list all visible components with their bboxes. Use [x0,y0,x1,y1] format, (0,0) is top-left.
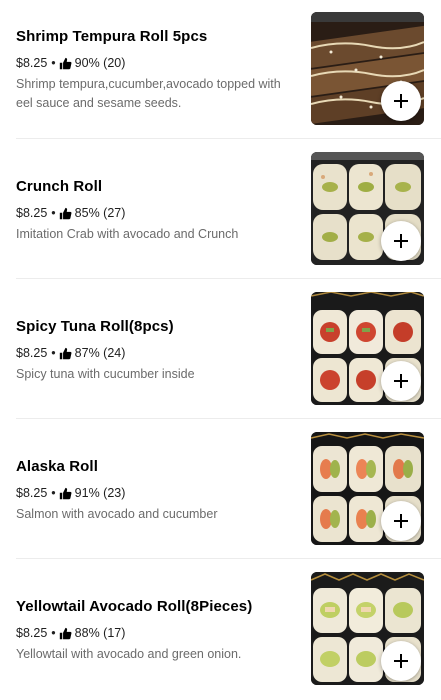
item-price: $8.25 [16,626,48,640]
item-meta: $8.25 • 90% (20) [16,55,286,71]
thumbs-up-icon [59,57,72,70]
item-description: Imitation Crab with avocado and Crunch [16,227,239,241]
item-title: Crunch Roll [16,178,103,195]
add-to-cart-button[interactable] [381,641,421,681]
item-price: $8.25 [16,56,48,70]
plus-icon [394,94,408,108]
thumbs-up-icon [59,487,72,500]
item-rating: 90% (20) [74,56,126,70]
item-divider [16,418,441,419]
menu-item-shrimp-tempura-roll[interactable]: Shrimp Tempura Roll 5pcs $8.25 • 90% (20… [0,0,441,140]
menu-item-yellowtail-avocado-roll[interactable]: Yellowtail Avocado Roll(8Pieces) $8.25 •… [0,560,441,700]
item-price: $8.25 [16,206,48,220]
item-description: Yellowtail with avocado and green onion. [16,647,242,661]
item-meta: $8.25 • 88% (17) [16,625,286,641]
item-info: Alaska Roll $8.25 • 91% (23) Salmon with… [16,457,286,524]
item-description: Salmon with avocado and cucumber [16,507,218,521]
item-title: Spicy Tuna Roll(8pcs) [16,318,174,335]
menu-item-alaska-roll[interactable]: Alaska Roll $8.25 • 91% (23) Salmon with… [0,420,441,560]
item-rating: 87% (24) [74,346,126,360]
item-info: Yellowtail Avocado Roll(8Pieces) $8.25 •… [16,597,286,664]
meta-separator: • [51,486,56,500]
plus-icon [394,374,408,388]
item-rating: 91% (23) [74,486,126,500]
item-divider [16,558,441,559]
meta-separator: • [51,626,56,640]
item-info: Spicy Tuna Roll(8pcs) $8.25 • 87% (24) S… [16,317,286,384]
item-description: Shrimp tempura,cucumber,avocado topped w… [16,77,281,110]
item-meta: $8.25 • 87% (24) [16,345,286,361]
plus-icon [394,654,408,668]
meta-separator: • [51,346,56,360]
plus-icon [394,234,408,248]
item-price: $8.25 [16,346,48,360]
add-to-cart-button[interactable] [381,501,421,541]
thumbs-up-icon [59,207,72,220]
item-divider [16,138,441,139]
menu-item-crunch-roll[interactable]: Crunch Roll $8.25 • 85% (27) Imitation C… [0,140,441,280]
item-meta: $8.25 • 91% (23) [16,485,286,501]
plus-icon [394,514,408,528]
item-info: Shrimp Tempura Roll 5pcs $8.25 • 90% (20… [16,27,286,113]
item-title: Yellowtail Avocado Roll(8Pieces) [16,598,253,615]
add-to-cart-button[interactable] [381,361,421,401]
item-meta: $8.25 • 85% (27) [16,205,286,221]
add-to-cart-button[interactable] [381,81,421,121]
item-rating: 85% (27) [74,206,126,220]
item-rating: 88% (17) [74,626,126,640]
item-divider [16,278,441,279]
item-title: Alaska Roll [16,458,98,475]
meta-separator: • [51,56,56,70]
item-description: Spicy tuna with cucumber inside [16,367,195,381]
menu-item-list: Shrimp Tempura Roll 5pcs $8.25 • 90% (20… [0,0,441,700]
thumbs-up-icon [59,627,72,640]
item-info: Crunch Roll $8.25 • 85% (27) Imitation C… [16,177,286,244]
add-to-cart-button[interactable] [381,221,421,261]
meta-separator: • [51,206,56,220]
thumbs-up-icon [59,347,72,360]
item-title: Shrimp Tempura Roll 5pcs [16,28,208,45]
menu-item-spicy-tuna-roll[interactable]: Spicy Tuna Roll(8pcs) $8.25 • 87% (24) S… [0,280,441,420]
item-price: $8.25 [16,486,48,500]
